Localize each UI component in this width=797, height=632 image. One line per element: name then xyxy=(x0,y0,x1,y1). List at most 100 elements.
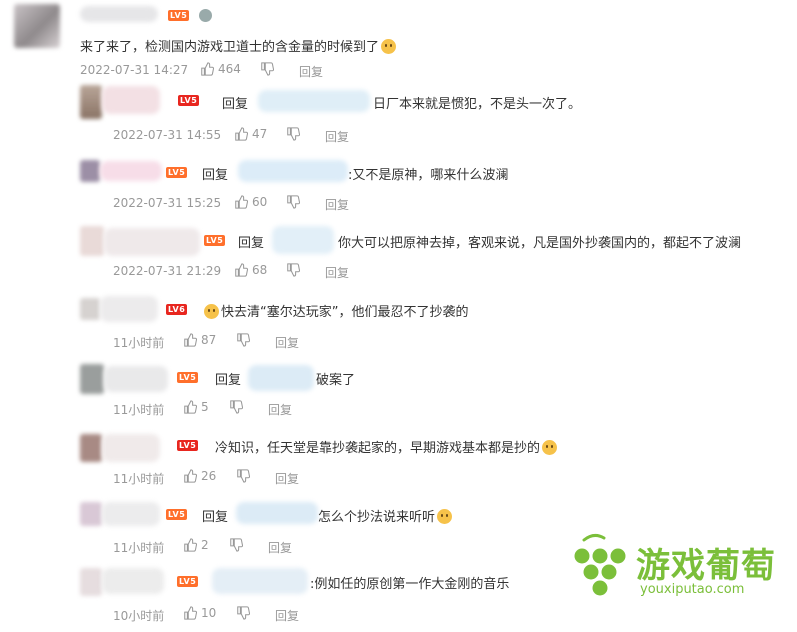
like-button[interactable]: 464 xyxy=(200,62,241,76)
comment-text: 来了来了，检测国内游戏卫道士的含金量的时候到了 xyxy=(80,40,380,55)
thumbs-up-icon xyxy=(235,127,248,141)
mention[interactable] xyxy=(272,226,334,254)
dislike-button[interactable] xyxy=(236,606,254,620)
dislike-button[interactable] xyxy=(236,469,254,483)
like-button[interactable]: 68 xyxy=(234,263,267,277)
comment-text: :又不是原神，哪来什么波澜 xyxy=(348,168,509,183)
like-count: 68 xyxy=(252,263,268,277)
timestamp: 11小时前 xyxy=(113,336,165,350)
username[interactable] xyxy=(102,568,164,594)
like-button[interactable]: 60 xyxy=(234,195,267,209)
reply-button[interactable]: 回复 xyxy=(275,334,299,351)
watermark-name: 游戏葡萄 xyxy=(636,546,776,586)
level-badge: LV5 xyxy=(204,235,226,246)
username[interactable] xyxy=(100,161,162,181)
dislike-button[interactable] xyxy=(286,263,304,277)
reply-prefix: 回复 xyxy=(202,510,229,525)
thumbs-down-icon xyxy=(230,400,243,414)
thumbs-up-icon xyxy=(184,469,197,483)
comment-text: 日厂本来就是惯犯，不是头一次了。 xyxy=(373,97,582,112)
dislike-button[interactable] xyxy=(236,333,254,347)
like-count: 87 xyxy=(201,333,217,347)
timestamp: 2022-07-31 15:25 xyxy=(113,196,222,210)
like-button[interactable]: 5 xyxy=(183,400,209,414)
like-count: 2 xyxy=(201,538,209,552)
timestamp: 11小时前 xyxy=(113,403,165,417)
thumbs-down-icon xyxy=(237,606,250,620)
comment-text: 快去清“塞尔达玩家”，他们最忍不了抄袭的 xyxy=(221,305,469,320)
thumbs-up-icon xyxy=(184,606,197,620)
avatar[interactable] xyxy=(80,226,104,256)
mention[interactable] xyxy=(248,365,314,391)
dislike-button[interactable] xyxy=(286,127,304,141)
thumbs-down-icon xyxy=(261,62,274,76)
emoji-icon xyxy=(437,509,453,524)
emoji-icon xyxy=(204,304,219,319)
mention[interactable] xyxy=(212,568,308,594)
timestamp: 2022-07-31 14:55 xyxy=(113,128,222,142)
reply-button[interactable]: 回复 xyxy=(325,128,349,145)
timestamp: 2022-07-31 14:27 xyxy=(80,63,189,77)
avatar[interactable] xyxy=(80,364,104,394)
level-badge: LV5 xyxy=(168,10,190,21)
username[interactable] xyxy=(102,434,160,462)
thumbs-up-icon xyxy=(235,195,248,209)
reply-button[interactable]: 回复 xyxy=(268,539,292,556)
comment-text: 你大可以把原神去掉，客观来说，凡是国外抄袭国内的，都起不了波澜 xyxy=(338,236,742,251)
like-button[interactable]: 26 xyxy=(183,469,216,483)
thumbs-down-icon xyxy=(237,333,250,347)
reply-prefix: 回复 xyxy=(215,373,242,388)
avatar[interactable] xyxy=(80,434,102,462)
level-badge: LV5 xyxy=(177,440,199,451)
avatar[interactable] xyxy=(80,85,102,119)
level-badge: LV5 xyxy=(178,95,200,106)
medal-icon xyxy=(199,9,212,22)
avatar[interactable] xyxy=(14,4,60,48)
reply-button[interactable]: 回复 xyxy=(275,607,299,624)
thumbs-down-icon xyxy=(237,469,250,483)
thumbs-down-icon xyxy=(287,127,300,141)
like-count: 5 xyxy=(201,400,209,414)
reply-button[interactable]: 回复 xyxy=(325,196,349,213)
avatar[interactable] xyxy=(80,298,100,320)
reply-prefix: 回复 xyxy=(238,236,265,251)
username[interactable] xyxy=(104,366,168,392)
dislike-button[interactable] xyxy=(229,538,247,552)
reply-button[interactable]: 回复 xyxy=(268,401,292,418)
username[interactable] xyxy=(102,86,160,114)
username[interactable] xyxy=(104,228,200,256)
level-badge: LV6 xyxy=(166,304,188,315)
like-count: 10 xyxy=(201,606,217,620)
watermark-url: youxiputao.com xyxy=(640,582,745,597)
level-badge: LV5 xyxy=(166,167,188,178)
like-count: 26 xyxy=(201,469,217,483)
avatar[interactable] xyxy=(80,502,102,526)
username[interactable] xyxy=(100,296,158,322)
reply-button[interactable]: 回复 xyxy=(299,63,323,80)
dislike-button[interactable] xyxy=(286,195,304,209)
reply-prefix: 回复 xyxy=(222,97,249,112)
mention[interactable] xyxy=(238,160,348,182)
like-button[interactable]: 87 xyxy=(183,333,216,347)
mention[interactable] xyxy=(258,90,370,112)
like-button[interactable]: 2 xyxy=(183,538,209,552)
avatar[interactable] xyxy=(80,568,102,596)
comment-text: :例如任的原创第一作大金刚的音乐 xyxy=(310,577,510,592)
username[interactable] xyxy=(102,502,160,526)
dislike-button[interactable] xyxy=(229,400,247,414)
timestamp: 2022-07-31 21:29 xyxy=(113,264,222,278)
like-button[interactable]: 47 xyxy=(234,127,267,141)
thumbs-up-icon xyxy=(201,62,214,76)
thumbs-up-icon xyxy=(184,538,197,552)
mention[interactable] xyxy=(236,502,318,524)
reply-button[interactable]: 回复 xyxy=(325,264,349,281)
like-count: 60 xyxy=(252,195,268,209)
like-button[interactable]: 10 xyxy=(183,606,216,620)
dislike-button[interactable] xyxy=(260,62,278,76)
emoji-icon xyxy=(542,440,558,455)
reply-button[interactable]: 回复 xyxy=(275,470,299,487)
avatar[interactable] xyxy=(80,160,100,182)
like-count: 47 xyxy=(252,127,268,141)
level-badge: LV5 xyxy=(177,576,199,587)
username[interactable] xyxy=(80,6,158,22)
